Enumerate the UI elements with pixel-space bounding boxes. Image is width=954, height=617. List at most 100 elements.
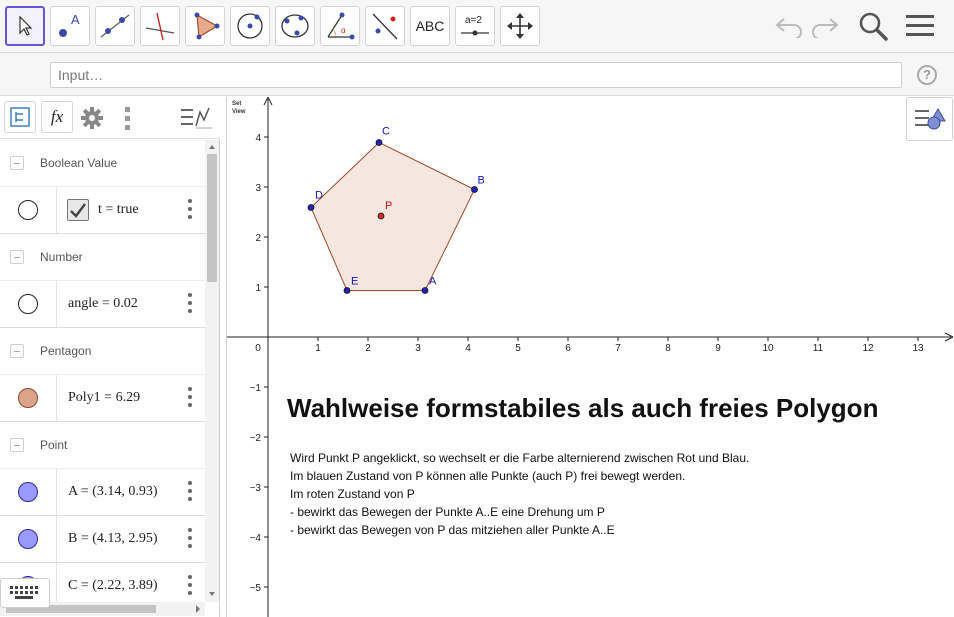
group-header-boolean[interactable]: Boolean Value — [0, 140, 205, 187]
graphics-title-text: Wahlweise formstabiles als auch freies P… — [287, 393, 879, 423]
set-view-label[interactable]: Set View — [232, 100, 246, 116]
y-tick-label: 1 — [255, 283, 261, 294]
group-header-pentagon[interactable]: Pentagon — [0, 328, 205, 375]
scrollbar-thumb[interactable] — [207, 154, 217, 282]
graphics-view[interactable]: 0 1 2 3 4 5 6 7 8 9 10 11 12 13 4 3 2 1 −1 −2 −3 −4 −5 A B C D E P S… — [226, 97, 954, 617]
help-icon[interactable]: ? — [917, 65, 937, 85]
visibility-toggle[interactable] — [0, 281, 57, 327]
circle-three-points-tool-button[interactable] — [275, 6, 315, 46]
hidden-circle-icon — [18, 200, 38, 220]
algebra-header: fx — [0, 97, 220, 139]
toolbar: A α ABC a=2 — [0, 0, 954, 53]
item-more-button[interactable] — [187, 528, 193, 548]
graphics-style-bar-button[interactable] — [906, 97, 953, 141]
visibility-toggle[interactable] — [0, 469, 57, 515]
point-c — [375, 139, 383, 146]
svg-text:A: A — [71, 12, 80, 27]
gear-icon — [81, 107, 103, 129]
collapse-icon[interactable] — [10, 344, 24, 358]
algebra-item-text: t = true — [98, 202, 139, 217]
algebra-item-text: A = (3.14, 0.93) — [68, 484, 158, 499]
reflect-line-icon — [372, 13, 398, 40]
group-header-point[interactable]: Point — [0, 422, 205, 469]
point-icon: A — [59, 12, 80, 37]
description-line: - bewirkt das Bewegen von P das mitziehe… — [290, 523, 615, 537]
svg-text:a=2: a=2 — [465, 15, 482, 26]
description-line: Im roten Zustand von P — [290, 487, 415, 501]
svg-text:α: α — [341, 26, 346, 35]
undo-button[interactable] — [773, 8, 805, 44]
perpendicular-tool-button[interactable] — [140, 6, 180, 46]
boolean-checkbox[interactable] — [67, 199, 89, 221]
collapse-icon[interactable] — [10, 156, 24, 170]
text-tool-button[interactable]: ABC — [410, 6, 450, 46]
main-menu-button[interactable] — [902, 8, 938, 44]
algebra-more-button[interactable] — [123, 104, 133, 132]
group-header-number[interactable]: Number — [0, 234, 205, 281]
collapse-icon[interactable] — [10, 438, 24, 452]
line-tool-button[interactable] — [95, 6, 135, 46]
algebra-item-angle[interactable]: angle = 0.02 — [0, 281, 205, 328]
x-tick-label: 3 — [415, 343, 421, 354]
algebra-vertical-scrollbar[interactable] — [205, 140, 219, 602]
description-mode-button[interactable]: fx — [41, 101, 73, 133]
reflect-tool-button[interactable] — [365, 6, 405, 46]
visible-circle-icon — [18, 482, 38, 502]
more-vertical-icon — [125, 107, 130, 130]
x-tick-label: 10 — [762, 343, 774, 354]
graphics-description-text: Wird Punkt P angeklickt, so wechselt er … — [290, 449, 749, 539]
algebra-style-bar-button[interactable] — [179, 104, 215, 132]
angle-tool-button[interactable]: α — [320, 6, 360, 46]
group-label: Number — [40, 250, 83, 264]
item-more-button[interactable] — [187, 293, 193, 313]
sort-button[interactable] — [4, 101, 36, 133]
y-tick-label: −1 — [250, 383, 262, 394]
item-more-button[interactable] — [187, 575, 193, 595]
point-a — [421, 287, 429, 294]
algebra-item-poly1[interactable]: Poly1 = 6.29 — [0, 375, 205, 422]
visible-circle-icon — [18, 388, 38, 408]
algebra-item-text: angle = 0.02 — [68, 296, 138, 311]
move-view-tool-button[interactable] — [500, 6, 540, 46]
x-tick-label: 12 — [862, 343, 874, 354]
x-tick-label: 11 — [813, 343, 824, 354]
visible-circle-icon — [18, 529, 38, 549]
x-tick-label: 1 — [315, 343, 321, 354]
coordinate-plane[interactable]: 0 1 2 3 4 5 6 7 8 9 10 11 12 134321−1−2−3−4−5ABCDEP — [227, 97, 954, 617]
algebra-item-b[interactable]: B = (4.13, 2.95) — [0, 516, 205, 563]
x-tick-label: 4 — [465, 343, 471, 354]
search-button[interactable] — [855, 8, 891, 44]
algebra-input-field[interactable]: Input… — [50, 62, 902, 88]
redo-button[interactable] — [809, 8, 841, 44]
algebra-item-t[interactable]: t = true — [0, 187, 205, 234]
item-more-button[interactable] — [187, 387, 193, 407]
move-graphics-icon — [507, 13, 533, 39]
circle-center-tool-button[interactable] — [230, 6, 270, 46]
perpendicular-line-icon — [145, 12, 175, 41]
algebra-item-a[interactable]: A = (3.14, 0.93) — [0, 469, 205, 516]
collapse-icon[interactable] — [10, 250, 24, 264]
visibility-toggle[interactable] — [0, 516, 57, 562]
keyboard-button[interactable] — [0, 578, 50, 608]
point-label-c: C — [382, 126, 390, 138]
slider-tool-button[interactable]: a=2 — [455, 6, 495, 46]
y-tick-label: −4 — [250, 533, 262, 544]
undo-icon — [775, 18, 802, 38]
point-e — [343, 287, 351, 294]
y-tick-label: 4 — [255, 133, 261, 144]
point-label-b: B — [478, 175, 485, 187]
description-line: Wird Punkt P angeklickt, so wechselt er … — [290, 451, 750, 465]
group-label: Pentagon — [40, 344, 92, 358]
item-more-button[interactable] — [187, 199, 193, 219]
polygon-tool-button[interactable] — [185, 6, 225, 46]
settings-button[interactable] — [80, 106, 104, 130]
move-tool-button[interactable] — [5, 6, 45, 46]
arrow-pointer-icon — [19, 15, 33, 36]
visibility-toggle[interactable] — [0, 375, 57, 421]
input-bar: Input… ? — [0, 53, 954, 96]
item-more-button[interactable] — [187, 481, 193, 501]
x-tick-label: 0 — [255, 343, 261, 354]
visibility-toggle[interactable] — [0, 187, 57, 233]
point-tool-button[interactable]: A — [50, 6, 90, 46]
style-bar-icon — [181, 107, 212, 129]
